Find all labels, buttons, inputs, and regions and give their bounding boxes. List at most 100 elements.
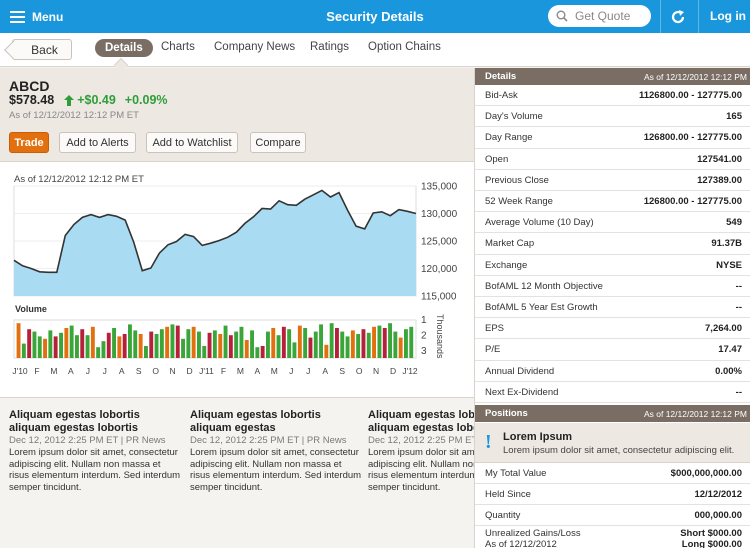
volume-bar: [90, 326, 95, 358]
volume-bar: [255, 347, 260, 358]
volume-bar: [398, 337, 403, 358]
volume-bar: [117, 336, 122, 358]
volume-bar: [37, 336, 42, 358]
volume-bar: [159, 329, 164, 358]
volume-bar: [64, 328, 69, 358]
detail-value: 549: [726, 217, 742, 229]
y-tick-label: 120,000: [421, 264, 458, 275]
position-label: As of 12/12/2012: [485, 539, 557, 548]
price-chart-svg: As of 12/12/2012 12:12 PM ET 135,000 130,0…: [12, 174, 458, 376]
volume-bar: [128, 324, 132, 358]
volume-bar: [297, 325, 302, 358]
detail-value: --: [735, 386, 742, 398]
x-tick-label: M: [271, 366, 278, 376]
news-title[interactable]: Aliquam egestas lobortis aliquam egestas: [190, 409, 362, 434]
position-label: Held Since: [485, 489, 531, 500]
volume-bar: [313, 331, 318, 358]
detail-value: 165: [726, 111, 742, 123]
volume-bar: [75, 335, 79, 358]
news-body: Lorem ipsum dolor sit amet, consectetur …: [368, 447, 474, 493]
x-tick-label: J'10: [12, 366, 28, 376]
price-row: $578.48 +$0.49 +0.09%: [9, 93, 168, 107]
volume-bar: [106, 332, 111, 358]
details-title: Details: [485, 71, 517, 82]
news-article[interactable]: Aliquam egestas lobortis aliquam egestas…: [9, 409, 181, 493]
detail-row: Annual Dividend 0.00%: [475, 361, 750, 382]
compare-button[interactable]: Compare: [250, 132, 306, 153]
detail-value: 17.47: [718, 344, 742, 356]
position-row: As of 12/12/2012 Long $000.00: [475, 538, 750, 548]
volume-bar: [266, 331, 270, 358]
volume-bar: [212, 330, 217, 358]
news-title[interactable]: Aliquam egestas lobortis aliquam egestas…: [368, 409, 474, 434]
add-to-watchlist-button[interactable]: Add to Watchlist: [146, 132, 238, 153]
volume-bar: [202, 346, 207, 358]
volume-bar: [197, 331, 201, 358]
volume-bar: [356, 334, 361, 358]
tab-company-news[interactable]: Company News: [214, 41, 295, 53]
detail-label: Previous Close: [485, 174, 549, 186]
volume-bar: [48, 330, 53, 358]
get-quote-input[interactable]: [575, 9, 645, 23]
detail-label: 52 Week Range: [485, 196, 553, 207]
x-tick-label: J: [103, 366, 107, 376]
news-article[interactable]: Aliquam egestas lobortis aliquam egestas…: [368, 409, 474, 493]
news-title[interactable]: Aliquam egestas lobortis aliquam egestas…: [9, 409, 181, 434]
alert-body: Lorem ipsum dolor sit amet, consectetur …: [503, 445, 735, 456]
refresh-icon[interactable]: [668, 7, 688, 27]
volume-bar: [32, 331, 37, 358]
volume-bar: [276, 335, 281, 358]
x-tick-label: J'12: [402, 366, 418, 376]
x-tick-label: D: [186, 366, 192, 376]
volume-bar: [271, 328, 276, 358]
detail-label: Average Volume (10 Day): [485, 217, 594, 229]
trade-button[interactable]: Trade: [9, 132, 49, 153]
news-body: Lorem ipsum dolor sit amet, consectetur …: [9, 447, 181, 493]
x-tick-label: F: [34, 366, 39, 376]
volume-tick-label: 2: [421, 331, 427, 342]
tab-option-chains[interactable]: Option Chains: [368, 41, 441, 53]
symbol: ABCD: [9, 78, 50, 94]
volume-bar: [303, 328, 308, 358]
detail-row: BofAML 12 Month Objective --: [475, 276, 750, 297]
position-value: 12/12/2012: [694, 489, 742, 500]
volume-bar: [144, 346, 148, 358]
volume-bar: [207, 332, 212, 358]
detail-value: 126800.00 - 127775.00: [643, 196, 742, 207]
news-article[interactable]: Aliquam egestas lobortis aliquam egestas…: [190, 409, 362, 493]
volume-bar: [59, 332, 63, 358]
divider: [698, 0, 699, 33]
menu-button[interactable]: Menu: [10, 7, 63, 27]
volume-bar: [133, 330, 138, 358]
detail-value: NYSE: [716, 259, 742, 271]
y-tick-label: 125,000: [421, 237, 458, 248]
add-to-alerts-button[interactable]: Add to Alerts: [59, 132, 136, 153]
detail-label: BofAML 5 Year Est Growth: [485, 302, 598, 313]
back-button[interactable]: Back: [12, 39, 72, 60]
detail-row: Day Range 126800.00 - 127775.00: [475, 127, 750, 149]
volume-bar: [186, 329, 191, 358]
login-button[interactable]: Log in: [710, 9, 746, 23]
detail-value: 1126800.00 - 127775.00: [638, 90, 742, 101]
tab-ratings[interactable]: Ratings: [310, 41, 349, 53]
volume-bar: [175, 325, 180, 358]
detail-label: Market Cap: [485, 238, 535, 250]
volume-bar: [361, 329, 366, 358]
detail-row: BofAML 5 Year Est Growth --: [475, 297, 750, 319]
volume-bar: [191, 326, 196, 358]
get-quote-field[interactable]: [548, 5, 651, 27]
volume-bar: [122, 334, 127, 358]
detail-row: P/E 17.47: [475, 339, 750, 361]
x-tick-label: S: [136, 366, 142, 376]
y-tick-label: 130,000: [421, 209, 458, 220]
x-tick-label: O: [152, 366, 159, 376]
tab-bar: Back Details Charts Company News Ratings…: [0, 33, 750, 67]
detail-row: Previous Close 127389.00: [475, 170, 750, 191]
detail-label: Bid-Ask: [485, 90, 518, 101]
volume-bar: [350, 330, 355, 358]
price-chart[interactable]: As of 12/12/2012 12:12 PM ET 135,000 130,0…: [0, 162, 474, 398]
tab-details[interactable]: Details: [95, 39, 153, 57]
volume-bar: [382, 328, 387, 358]
tab-charts[interactable]: Charts: [161, 41, 195, 53]
volume-bar: [409, 326, 414, 358]
